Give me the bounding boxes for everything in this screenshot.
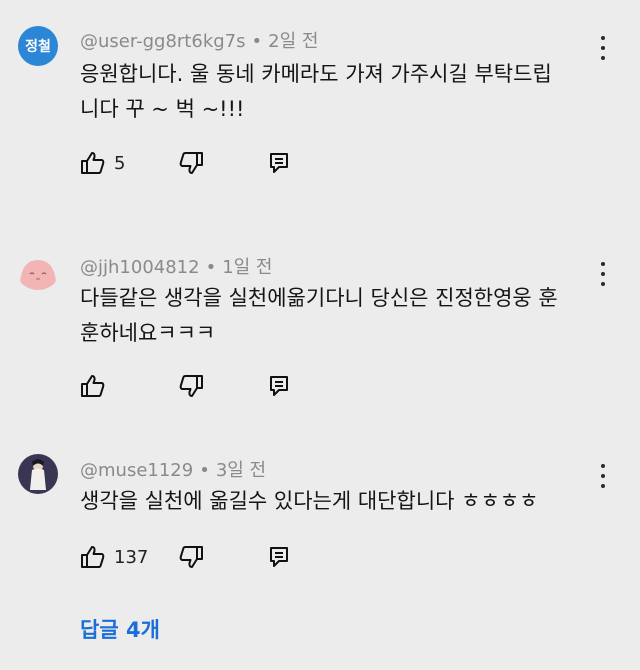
- thumb-down-icon: [179, 375, 203, 397]
- dislike-button[interactable]: [178, 373, 204, 399]
- comment-text: 다들같은 생각을 실천에옮기다니 당신은 진정한영웅 훈 훈하네요ㅋㅋㅋ: [80, 286, 558, 345]
- comment-meta: @user-gg8rt6kg7s • 2일 전: [80, 27, 318, 53]
- comment-meta: @jjh1004812 • 1일 전: [80, 253, 273, 279]
- comment-text: 응원합니다. 울 동네 카메라도 가져 가주시길 부탁드립 니다 꾸 ~ 벅 ~…: [80, 62, 552, 121]
- thumb-up-icon: [81, 152, 105, 174]
- avatar[interactable]: [18, 454, 58, 494]
- timestamp[interactable]: 2일 전: [268, 31, 318, 52]
- author-name[interactable]: @user-gg8rt6kg7s: [80, 31, 246, 52]
- separator: •: [205, 257, 217, 278]
- reply-icon: [270, 153, 288, 173]
- dislike-button[interactable]: [178, 544, 204, 570]
- avatar[interactable]: 정철: [18, 26, 58, 66]
- reply-button[interactable]: [268, 150, 290, 176]
- separator: •: [251, 31, 263, 52]
- comment-meta: @muse1129 • 3일 전: [80, 456, 266, 482]
- timestamp[interactable]: 1일 전: [222, 257, 272, 278]
- comment-text: 생각을 실천에 옮길수 있다는게 대단합니다 ㅎㅎㅎㅎ: [80, 489, 539, 513]
- replies-link[interactable]: 답글 4개: [80, 614, 160, 644]
- dislike-button[interactable]: [178, 150, 204, 176]
- like-button[interactable]: [80, 373, 106, 399]
- author-name[interactable]: @jjh1004812: [80, 257, 200, 278]
- like-count: 5: [114, 152, 126, 174]
- reply-button[interactable]: [268, 373, 290, 399]
- thumb-up-icon: [81, 375, 105, 397]
- timestamp[interactable]: 3일 전: [216, 460, 266, 481]
- thumb-down-icon: [179, 152, 203, 174]
- like-button[interactable]: 5: [80, 150, 125, 176]
- like-button[interactable]: 137: [80, 544, 148, 570]
- avatar[interactable]: [18, 252, 58, 292]
- thumb-down-icon: [179, 546, 203, 568]
- reply-button[interactable]: [268, 544, 290, 570]
- thumb-up-icon: [81, 546, 105, 568]
- reply-icon: [270, 547, 288, 567]
- separator: •: [199, 460, 210, 481]
- author-name[interactable]: @muse1129: [80, 460, 193, 481]
- reply-icon: [270, 376, 288, 396]
- like-count: 137: [114, 546, 149, 568]
